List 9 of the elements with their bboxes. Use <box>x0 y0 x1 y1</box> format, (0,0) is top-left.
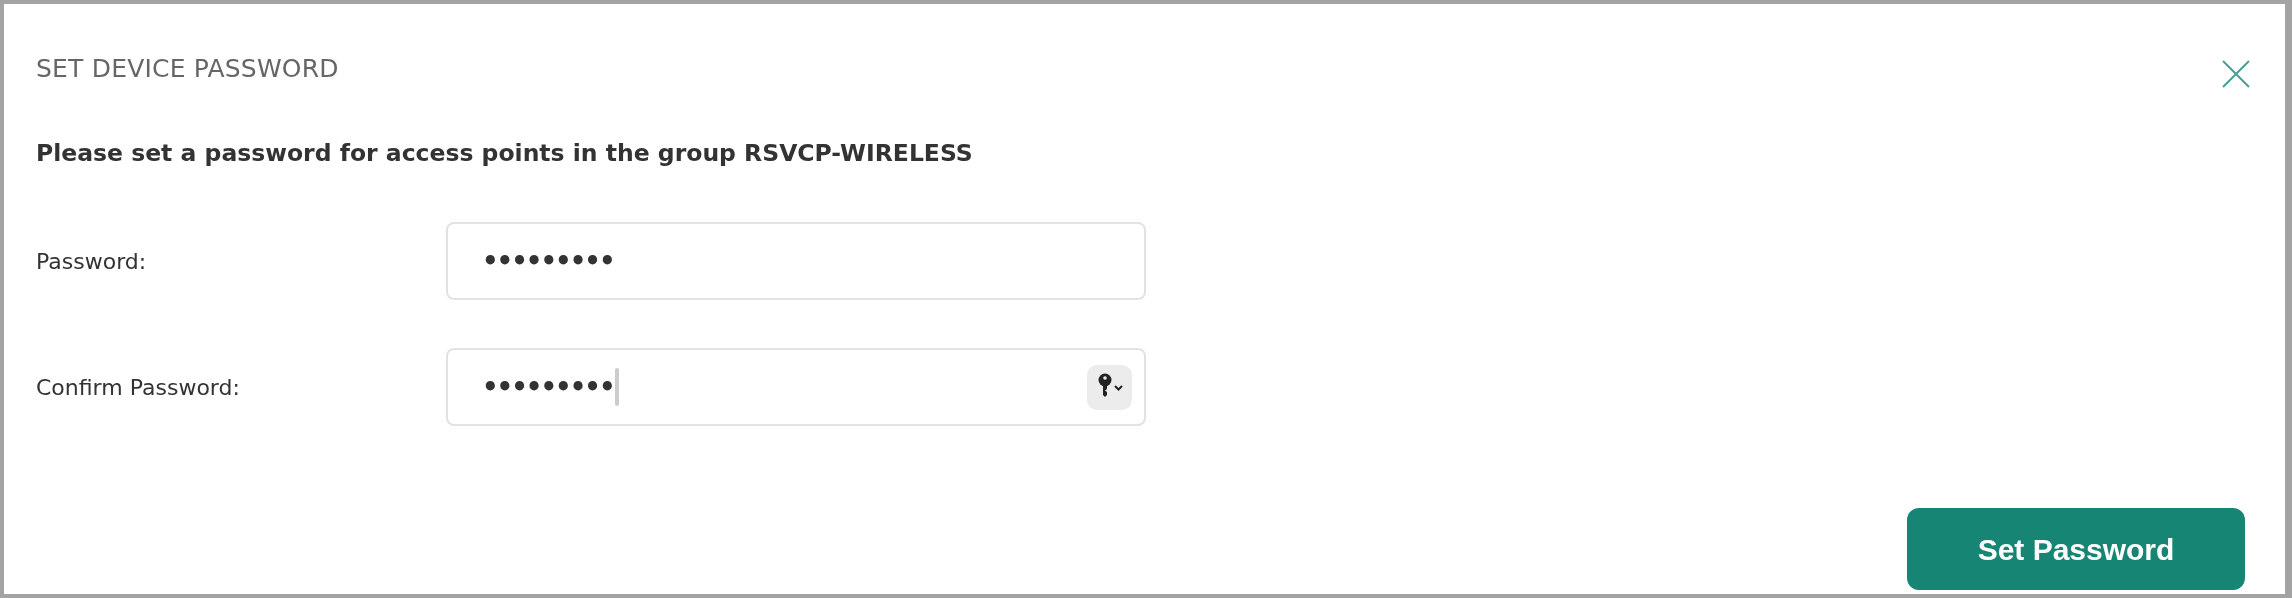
dialog-title: SET DEVICE PASSWORD <box>36 54 339 84</box>
password-field[interactable]: ••••••••• <box>446 222 1146 301</box>
password-field[interactable]: ••••••••• <box>446 348 1146 427</box>
close-icon[interactable] <box>2221 59 2251 89</box>
instruction-text: Please set a password for access points in the group RSVCP-WIRELESS <box>36 139 974 168</box>
key-button[interactable] <box>1087 364 1132 410</box>
field-label: Confirm Password: <box>36 373 241 402</box>
field-label: Password: <box>36 247 148 276</box>
set-password-button[interactable]: Set Password <box>1907 508 2245 590</box>
